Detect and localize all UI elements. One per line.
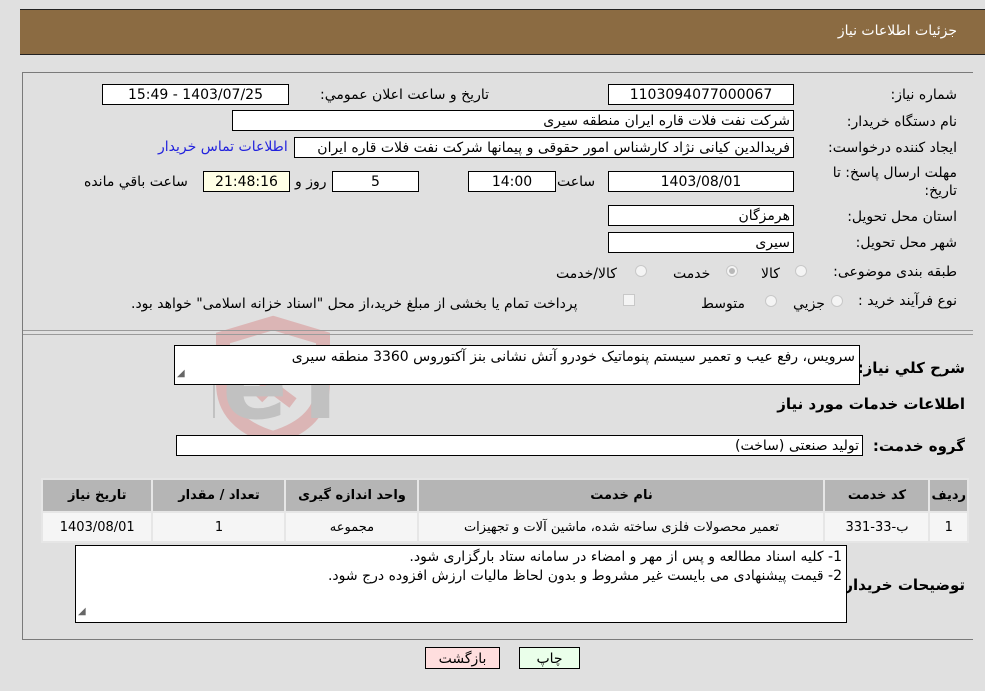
remaining-label: ساعت باقي مانده bbox=[84, 174, 188, 190]
page-title: جزئیات اطلاعات نیاز bbox=[837, 23, 957, 39]
remaining-time-field: 21:48:16 bbox=[203, 171, 290, 192]
col-quantity: تعداد / مقدار bbox=[151, 478, 287, 513]
category-radio-goods-service[interactable] bbox=[635, 265, 647, 277]
days-label: روز و bbox=[295, 174, 327, 190]
deadline-label: مهلت ارسال پاسخ: تا bbox=[832, 165, 957, 181]
deadline-time-label: ساعت bbox=[557, 174, 596, 190]
col-service-code: کد خدمت bbox=[823, 478, 931, 513]
services-table: ردیف کد خدمت نام خدمت واحد اندازه گیری ت… bbox=[40, 478, 969, 543]
description-label: شرح کلي نیاز: bbox=[857, 359, 965, 377]
col-need-date: تاریخ نیاز bbox=[40, 478, 154, 513]
buyer-org-field: شرکت نفت فلات قاره ایران منطقه سیری bbox=[232, 110, 794, 131]
remaining-days-field: 5 bbox=[332, 171, 419, 192]
category-option-service: خدمت bbox=[673, 266, 711, 282]
creator-label: ایجاد کننده درخواست: bbox=[828, 140, 957, 156]
process-option-minor: جزیي bbox=[793, 296, 825, 312]
table-row: 1 ب-33-331 تعمیر محصولات فلزی ساخته شده،… bbox=[40, 511, 969, 543]
deadline-label-2: تاریخ: bbox=[924, 183, 957, 199]
announce-date-label: تاریخ و ساعت اعلان عمومي: bbox=[320, 87, 489, 103]
category-radio-goods[interactable] bbox=[795, 265, 807, 277]
divider bbox=[23, 330, 973, 331]
category-option-goods: کالا bbox=[761, 266, 780, 282]
buyer-note-line: 2- قیمت پیشنهادی می بایست غیر مشروط و بد… bbox=[327, 568, 842, 584]
deadline-date-field: 1403/08/01 bbox=[608, 171, 794, 192]
resize-grip-icon[interactable]: ◢ bbox=[78, 602, 86, 621]
cell-need-date: 1403/08/01 bbox=[40, 511, 154, 543]
col-unit: واحد اندازه گیری bbox=[284, 478, 420, 513]
col-row-number: ردیف bbox=[928, 478, 969, 513]
process-label: نوع فرآیند خرید : bbox=[858, 293, 957, 309]
category-radio-service[interactable] bbox=[726, 265, 738, 277]
buyer-notes-label: توضیحات خریدار: bbox=[838, 576, 965, 594]
description-text: سرویس، رفع عیب و تعمیر سیستم پنوماتیک خو… bbox=[291, 349, 855, 365]
process-option-medium: متوسط bbox=[701, 296, 745, 312]
resize-grip-icon[interactable]: ◢ bbox=[177, 364, 185, 383]
divider bbox=[23, 334, 973, 335]
treasury-checkbox[interactable] bbox=[623, 294, 635, 306]
treasury-note: پرداخت تمام یا بخشی از مبلغ خرید،از محل … bbox=[131, 296, 578, 312]
buyer-notes-textarea[interactable]: 1- کلیه اسناد مطالعه و پس از مهر و امضاء… bbox=[75, 545, 847, 623]
page-header: جزئیات اطلاعات نیاز bbox=[20, 9, 985, 55]
province-field: هرمزگان bbox=[608, 205, 794, 226]
city-field: سیری bbox=[608, 232, 794, 253]
deadline-time-field: 14:00 bbox=[468, 171, 556, 192]
description-textarea[interactable]: سرویس، رفع عیب و تعمیر سیستم پنوماتیک خو… bbox=[174, 345, 860, 385]
buyer-contact-link[interactable]: اطلاعات تماس خریدار bbox=[158, 139, 288, 155]
print-button[interactable]: چاپ bbox=[519, 647, 580, 669]
back-button[interactable]: بازگشت bbox=[425, 647, 500, 669]
details-panel: AriaTender.neT شماره نیاز: 1103094077000… bbox=[22, 72, 973, 640]
cell-unit: مجموعه bbox=[284, 511, 420, 543]
category-option-goods-service: کالا/خدمت bbox=[556, 266, 617, 282]
announce-date-field: 1403/07/25 - 15:49 bbox=[102, 84, 289, 105]
city-label: شهر محل تحویل: bbox=[855, 235, 957, 251]
cell-quantity: 1 bbox=[151, 511, 287, 543]
process-radio-medium[interactable] bbox=[765, 295, 777, 307]
cell-service-name: تعمیر محصولات فلزی ساخته شده، ماشین آلات… bbox=[417, 511, 826, 543]
col-service-name: نام خدمت bbox=[417, 478, 826, 513]
table-header-row: ردیف کد خدمت نام خدمت واحد اندازه گیری ت… bbox=[40, 478, 969, 513]
buyer-org-label: نام دستگاه خریدار: bbox=[846, 114, 957, 130]
services-section-title: اطلاعات خدمات مورد نیاز bbox=[777, 395, 965, 413]
cell-service-code: ب-33-331 bbox=[823, 511, 931, 543]
need-number-label: شماره نیاز: bbox=[890, 87, 958, 103]
buyer-note-line: 1- کلیه اسناد مطالعه و پس از مهر و امضاء… bbox=[409, 549, 842, 565]
category-label: طبقه بندی موضوعی: bbox=[833, 264, 957, 280]
cell-row-number: 1 bbox=[928, 511, 969, 543]
need-number-field: 1103094077000067 bbox=[608, 84, 794, 105]
service-group-label: گروه خدمت: bbox=[872, 437, 965, 455]
province-label: استان محل تحویل: bbox=[847, 209, 957, 225]
creator-field: فریدالدین کیانی نژاد کارشناس امور حقوقی … bbox=[294, 137, 794, 158]
service-group-field: تولید صنعتی (ساخت) bbox=[176, 435, 863, 456]
process-radio-minor[interactable] bbox=[831, 295, 843, 307]
